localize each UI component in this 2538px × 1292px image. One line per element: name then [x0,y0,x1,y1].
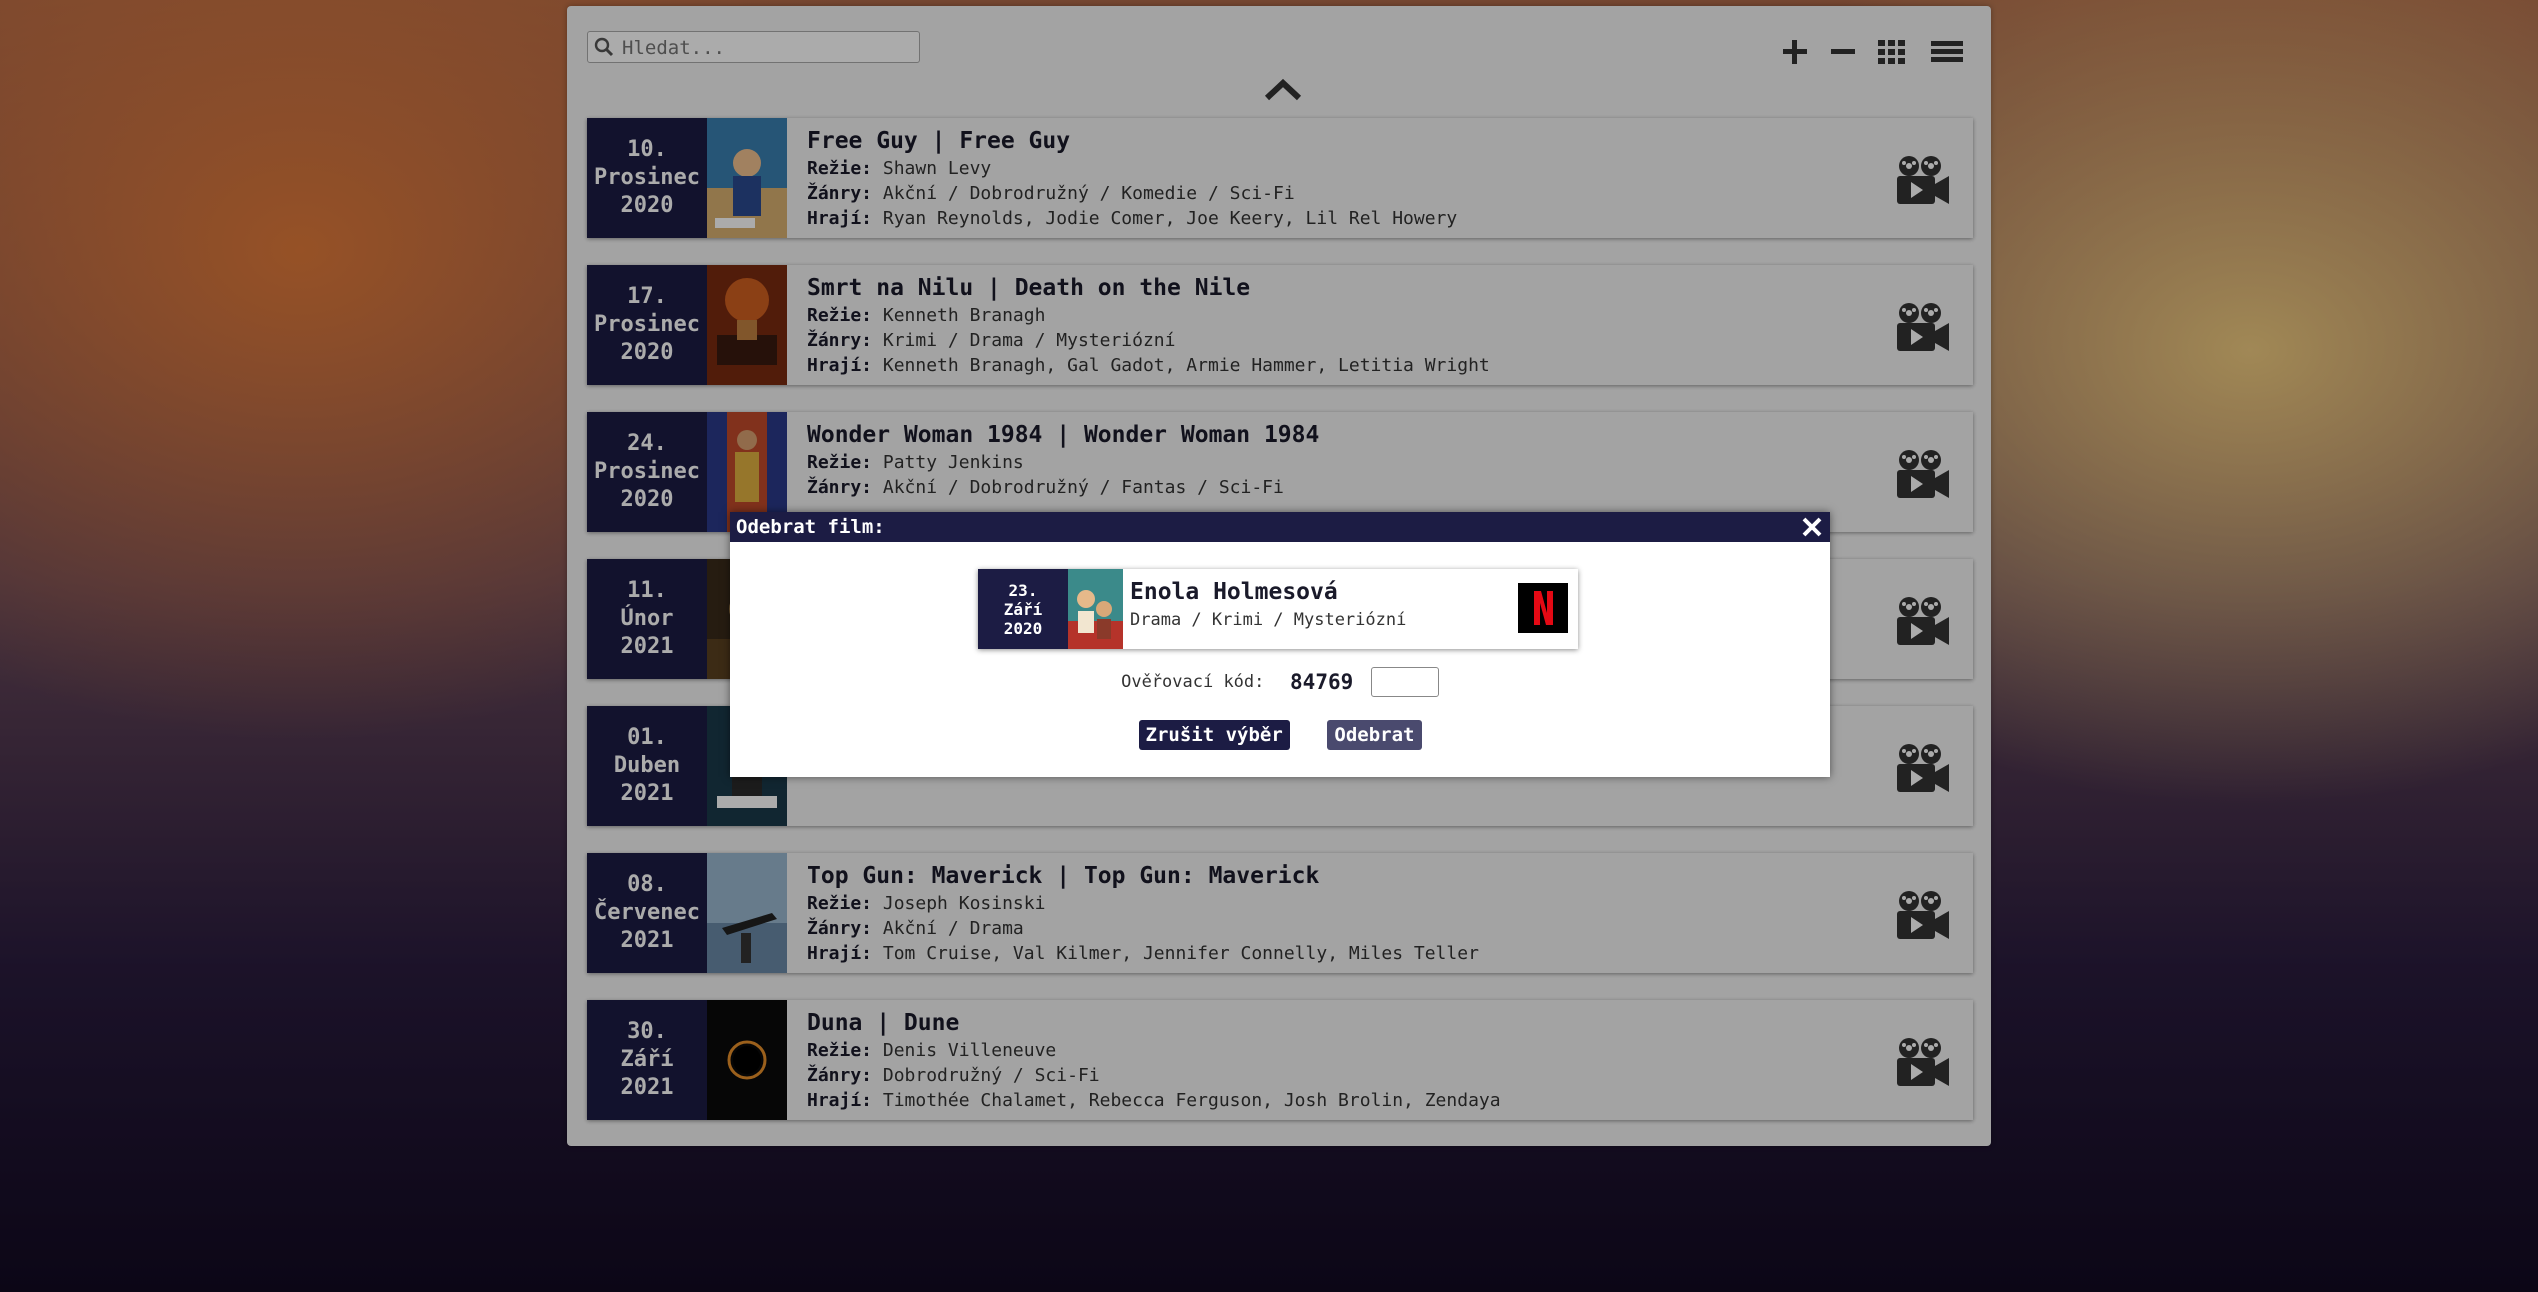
date-year: 2020 [1003,618,1043,638]
verification-input[interactable] [1370,667,1439,697]
movie-date: 23. Září 2020 [978,569,1068,649]
movie-genres: Drama / Krimi / Mysteriózní [1130,610,1407,630]
remove-movie-dialog: Odebrat film: 23. Září 2020 Enola Holmes… [730,512,1830,777]
dialog-title: Odebrat film: [736,516,885,538]
verification-code: 84769 [1290,670,1354,694]
movie-poster [1068,569,1123,649]
dialog-buttons: Zrušit výběr Odebrat [730,720,1830,750]
verification-row: Ověřovací kód: 84769 [730,667,1830,697]
cancel-selection-button[interactable]: Zrušit výběr [1138,720,1290,750]
dialog-header: Odebrat film: [730,512,1830,542]
date-day: 23. [1008,580,1038,600]
selected-movie-card: 23. Září 2020 Enola Holmesová Drama / Kr… [978,569,1578,649]
close-icon[interactable] [1800,515,1824,539]
remove-button[interactable]: Odebrat [1327,720,1422,750]
date-month: Září [1003,599,1043,619]
movie-title: Enola Holmesová [1130,579,1338,605]
verification-label: Ověřovací kód: [1121,672,1265,692]
netflix-icon [1518,583,1568,633]
